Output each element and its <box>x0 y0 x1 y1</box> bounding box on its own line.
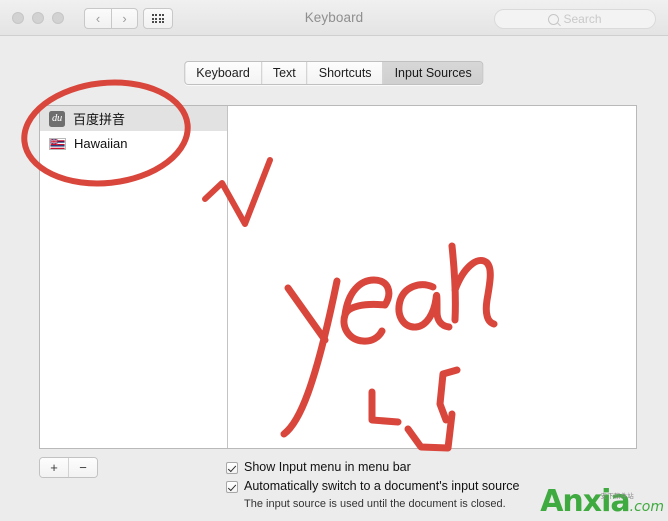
keyboard-preferences-window: ‹ › Keyboard Search Keyboard Text Shortc… <box>0 0 668 521</box>
tab-group: Keyboard Text Shortcuts Input Sources <box>184 61 484 85</box>
option-label: Show Input menu in menu bar <box>244 460 411 474</box>
add-remove-segmented-control: + − <box>39 457 98 478</box>
watermark-brand: Anxia <box>540 484 630 519</box>
add-input-source-button[interactable]: + <box>40 458 69 477</box>
search-placeholder: Search <box>563 12 602 26</box>
watermark: Anxia.com 安下软件站 <box>540 487 664 517</box>
watermark-subtitle: 安下软件站 <box>600 492 634 500</box>
search-icon <box>548 13 560 25</box>
search-input[interactable]: Search <box>494 9 656 29</box>
input-source-list[interactable]: du 百度拼音 Hawaiian <box>40 106 228 448</box>
tab-text[interactable]: Text <box>261 62 308 84</box>
list-item[interactable]: du 百度拼音 <box>40 106 227 131</box>
tab-shortcuts[interactable]: Shortcuts <box>307 62 384 84</box>
list-item-label: Hawaiian <box>74 136 128 151</box>
tab-keyboard[interactable]: Keyboard <box>185 62 262 84</box>
hawaiian-flag-icon <box>49 137 66 150</box>
option-show-input-menu[interactable]: Show Input menu in menu bar <box>226 460 626 475</box>
input-source-preview-pane <box>228 106 636 448</box>
tab-input-sources[interactable]: Input Sources <box>383 62 483 84</box>
watermark-tld: .com <box>629 499 664 515</box>
remove-input-source-button[interactable]: − <box>69 458 97 477</box>
baidu-pinyin-icon: du <box>49 110 65 127</box>
checkbox-show-input-menu[interactable] <box>226 462 238 474</box>
checkbox-auto-switch[interactable] <box>226 481 238 493</box>
list-item[interactable]: Hawaiian <box>40 131 227 156</box>
tab-bar: Keyboard Text Shortcuts Input Sources <box>0 36 668 85</box>
input-sources-panel: du 百度拼音 Hawaiian <box>39 105 637 449</box>
titlebar: ‹ › Keyboard Search <box>0 0 668 36</box>
option-label: Automatically switch to a document's inp… <box>244 479 520 493</box>
list-item-label: 百度拼音 <box>73 112 126 127</box>
